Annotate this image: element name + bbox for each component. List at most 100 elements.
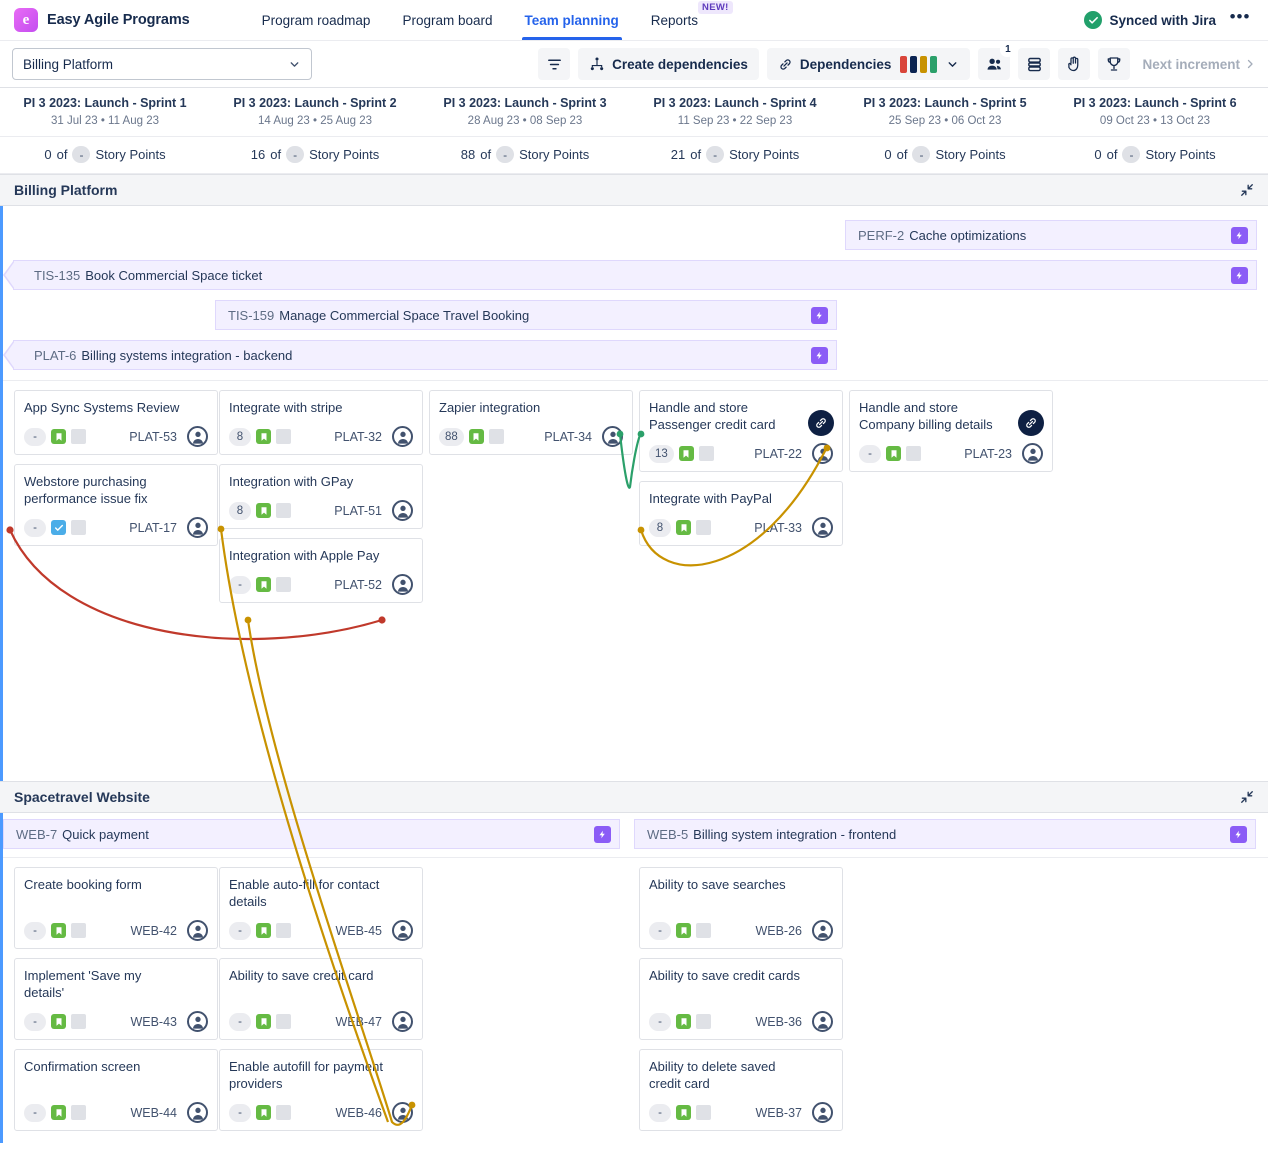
create-dependencies-button[interactable]: Create dependencies: [578, 48, 759, 80]
epic-key: PLAT-6: [34, 348, 76, 363]
epic-bar-perf-2[interactable]: PERF-2 Cache optimizations: [845, 220, 1257, 250]
collapse-icon[interactable]: [1240, 183, 1254, 197]
card-plat-53[interactable]: App Sync Systems Review - PLAT-53: [14, 390, 218, 455]
sprint-column-header[interactable]: PI 3 2023: Launch - Sprint 5 25 Sep 23 •…: [840, 88, 1050, 136]
story-points-badge: 8: [229, 428, 251, 446]
card-plat-52[interactable]: Integration with Apple Pay - PLAT-52: [219, 538, 423, 603]
sprint-column-1-cards: App Sync Systems Review - PLAT-53 Websto…: [14, 390, 218, 555]
avatar[interactable]: [392, 426, 413, 447]
card-web-47[interactable]: Ability to save credit card - WEB-47: [219, 958, 423, 1040]
link-icon: [778, 57, 793, 72]
card-web-42[interactable]: Create booking form - WEB-42: [14, 867, 218, 949]
card-web-37[interactable]: Ability to delete saved credit card - WE…: [639, 1049, 843, 1131]
avatar[interactable]: [187, 426, 208, 447]
priority-placeholder-icon: [276, 1014, 291, 1029]
collapse-icon[interactable]: [1240, 790, 1254, 804]
sprint-column-header[interactable]: PI 3 2023: Launch - Sprint 3 28 Aug 23 •…: [420, 88, 630, 136]
card-title: Ability to save credit card: [229, 967, 413, 1001]
sprint-dates: 09 Oct 23 • 13 Oct 23: [1056, 115, 1254, 127]
swimlane-body-billing-platform: PERF-2 Cache optimizations TIS-135 Book …: [0, 206, 1268, 781]
epic-bar-web-5[interactable]: WEB-5 Billing system integration - front…: [634, 819, 1256, 849]
card-plat-23[interactable]: Handle and store Company billing details…: [849, 390, 1053, 472]
avatar[interactable]: [812, 517, 833, 538]
pan-tool-button[interactable]: [1058, 48, 1090, 80]
avatar[interactable]: [812, 1102, 833, 1123]
filter-button[interactable]: [538, 48, 570, 80]
sprint-column-header[interactable]: PI 3 2023: Launch - Sprint 6 09 Oct 23 •…: [1050, 88, 1260, 136]
swimlane-header-billing-platform[interactable]: Billing Platform: [0, 174, 1268, 206]
avatar[interactable]: [187, 1011, 208, 1032]
team-select[interactable]: Billing Platform: [12, 48, 312, 80]
story-points-badge: 88: [439, 428, 464, 446]
epic-bar-plat-6[interactable]: PLAT-6 Billing systems integration - bac…: [13, 340, 837, 370]
card-web-43[interactable]: Implement 'Save my details' - WEB-43: [14, 958, 218, 1040]
card-web-36[interactable]: Ability to save credit cards - WEB-36: [639, 958, 843, 1040]
card-plat-22[interactable]: Handle and store Passenger credit card 1…: [639, 390, 843, 472]
more-options-icon[interactable]: •••: [1226, 7, 1254, 33]
capacity-view-button[interactable]: [1018, 48, 1050, 80]
card-plat-51[interactable]: Integration with GPay 8 PLAT-51: [219, 464, 423, 529]
card-web-46[interactable]: Enable autofill for payment providers - …: [219, 1049, 423, 1131]
avatar[interactable]: [187, 517, 208, 538]
sprint-column-2-cards: Integrate with stripe 8 PLAT-32 Integrat…: [219, 390, 423, 612]
card-footer: 8 PLAT-33: [649, 517, 833, 538]
jira-sync-status[interactable]: Synced with Jira: [1084, 11, 1216, 29]
avatar[interactable]: [1022, 443, 1043, 464]
epic-bar-tis-159[interactable]: TIS-159 Manage Commercial Space Travel B…: [215, 300, 837, 330]
issue-key: WEB-26: [755, 924, 802, 938]
issue-key: WEB-45: [335, 924, 382, 938]
swatch-red: [900, 56, 907, 73]
avatar[interactable]: [392, 1102, 413, 1123]
story-points-badge: -: [859, 445, 881, 463]
avatar[interactable]: [812, 1011, 833, 1032]
tab-program-roadmap[interactable]: Program roadmap: [246, 0, 387, 40]
avatar[interactable]: [812, 920, 833, 941]
epic-row: TIS-135 Book Commercial Space ticket: [3, 260, 1268, 300]
avatar[interactable]: [602, 426, 623, 447]
card-plat-34[interactable]: Zapier integration 88 PLAT-34: [429, 390, 633, 455]
card-plat-32[interactable]: Integrate with stripe 8 PLAT-32: [219, 390, 423, 455]
card-title: Handle and store Company billing details: [859, 399, 1011, 433]
card-web-45[interactable]: Enable auto-fill for contact details - W…: [219, 867, 423, 949]
tab-reports[interactable]: Reports NEW!: [635, 0, 714, 40]
capacity-pill: -: [706, 146, 724, 163]
app-logo-icon: e: [14, 8, 38, 32]
priority-placeholder-icon: [696, 923, 711, 938]
avatar[interactable]: [187, 1102, 208, 1123]
sprint-column-header[interactable]: PI 3 2023: Launch - Sprint 4 11 Sep 23 •…: [630, 88, 840, 136]
team-members-button[interactable]: 1: [978, 48, 1010, 80]
epic-bars-spacetravel-website: WEB-7 Quick payment WEB-5 Billing system…: [3, 813, 1268, 857]
card-title: Integration with GPay: [229, 473, 413, 490]
dependency-link-icon[interactable]: [1018, 410, 1044, 436]
avatar[interactable]: [392, 574, 413, 595]
sprint-column-header[interactable]: PI 3 2023: Launch - Sprint 1 31 Jul 23 •…: [0, 88, 210, 136]
goals-button[interactable]: [1098, 48, 1130, 80]
avatar[interactable]: [812, 443, 833, 464]
priority-placeholder-icon: [276, 1105, 291, 1120]
card-plat-17[interactable]: Webstore purchasing performance issue fi…: [14, 464, 218, 546]
avatar[interactable]: [392, 1011, 413, 1032]
next-increment-button[interactable]: Next increment: [1142, 57, 1256, 72]
avatar[interactable]: [187, 920, 208, 941]
card-web-26[interactable]: Ability to save searches - WEB-26: [639, 867, 843, 949]
dependency-link-icon[interactable]: [808, 410, 834, 436]
dependency-tree-icon: [589, 56, 605, 72]
app-title: Easy Agile Programs: [47, 12, 190, 28]
card-footer: 13 PLAT-22: [649, 443, 833, 464]
card-footer: - WEB-44: [24, 1102, 208, 1123]
epic-bar-web-7[interactable]: WEB-7 Quick payment: [3, 819, 620, 849]
tab-program-board[interactable]: Program board: [386, 0, 508, 40]
team-count-badge: 1: [1000, 43, 1015, 57]
avatar[interactable]: [392, 500, 413, 521]
issue-key: PLAT-23: [964, 447, 1012, 461]
tab-team-planning[interactable]: Team planning: [509, 0, 635, 40]
sprint-column-header[interactable]: PI 3 2023: Launch - Sprint 2 14 Aug 23 •…: [210, 88, 420, 136]
avatar[interactable]: [392, 920, 413, 941]
sprint-points-summary: 0of - Story Points: [1050, 137, 1260, 173]
swimlane-header-spacetravel-website[interactable]: Spacetravel Website: [0, 781, 1268, 813]
card-plat-33[interactable]: Integrate with PayPal 8 PLAT-33: [639, 481, 843, 546]
card-web-44[interactable]: Confirmation screen - WEB-44: [14, 1049, 218, 1131]
epic-bar-tis-135[interactable]: TIS-135 Book Commercial Space ticket: [13, 260, 1257, 290]
dependencies-filter-button[interactable]: Dependencies: [767, 48, 971, 80]
priority-placeholder-icon: [71, 520, 86, 535]
